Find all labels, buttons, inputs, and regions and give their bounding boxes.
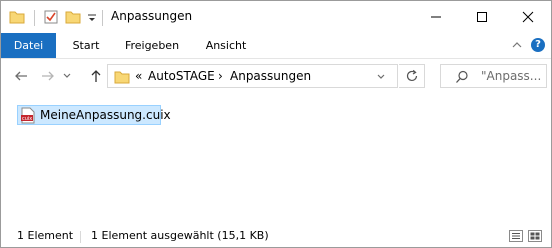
status-separator [80, 231, 81, 243]
search-box[interactable]: "Anpass... [440, 64, 547, 88]
details-view-icon[interactable] [509, 230, 523, 242]
properties-checkmark-icon[interactable] [43, 9, 59, 25]
status-item-count: 1 Element [17, 229, 74, 242]
recent-locations-button[interactable] [60, 65, 74, 87]
customize-dropdown-icon[interactable] [87, 9, 97, 25]
up-arrow-icon [91, 70, 101, 82]
forward-arrow-icon [42, 71, 54, 81]
up-button[interactable] [85, 65, 107, 87]
breadcrumb-separator[interactable]: › [218, 69, 223, 83]
cuix-file-icon: cuix [21, 107, 35, 124]
tab-ansicht[interactable]: Ansicht [197, 33, 255, 58]
forward-button[interactable] [37, 65, 59, 87]
tab-freigeben[interactable]: Freigeben [117, 33, 187, 58]
status-selection: 1 Element ausgewählt (15,1 KB) [91, 229, 269, 242]
tab-start[interactable]: Start [64, 33, 108, 58]
status-bar: 1 Element 1 Element ausgewählt (15,1 KB) [1, 225, 551, 247]
minimize-button[interactable] [413, 1, 459, 33]
tab-datei[interactable]: Datei [1, 33, 56, 58]
large-icons-view-icon[interactable] [528, 230, 542, 242]
ribbon-divider [1, 58, 551, 59]
address-bar[interactable]: « AutoSTAGE › Anpassungen [107, 64, 398, 88]
minimize-icon [431, 16, 441, 18]
chevron-down-icon [63, 73, 71, 78]
window-title: Anpassungen [111, 9, 193, 23]
title-separator [102, 10, 103, 26]
back-arrow-icon [15, 71, 27, 81]
quick-access-separator [34, 10, 35, 26]
title-bar: Anpassungen [1, 1, 551, 33]
file-name: MeineAnpassung.cuix [40, 108, 171, 122]
close-button[interactable] [505, 1, 551, 33]
folder-icon[interactable] [9, 9, 25, 25]
ribbon-tabs: Datei Start Freigeben Ansicht ? [1, 33, 551, 58]
breadcrumb-anpassungen[interactable]: Anpassungen [230, 69, 311, 83]
help-icon[interactable]: ? [531, 38, 545, 52]
address-dropdown-icon[interactable] [376, 72, 386, 82]
ribbon-expand-icon[interactable] [511, 40, 523, 50]
refresh-icon [406, 69, 417, 82]
refresh-button[interactable] [399, 64, 425, 88]
search-icon [456, 70, 468, 83]
folder-icon [114, 71, 130, 84]
back-button[interactable] [10, 65, 32, 87]
breadcrumb-overflow[interactable]: « [135, 69, 142, 83]
new-folder-icon[interactable] [65, 9, 81, 25]
close-icon [522, 11, 534, 23]
maximize-icon [477, 12, 487, 22]
svg-text:cuix: cuix [22, 116, 32, 122]
file-item[interactable]: cuix MeineAnpassung.cuix [17, 105, 171, 125]
maximize-button[interactable] [459, 1, 505, 33]
search-placeholder: "Anpass... [481, 69, 542, 83]
breadcrumb-autostage[interactable]: AutoSTAGE [148, 69, 215, 83]
explorer-window: Anpassungen Datei Start Freigeben Ansich… [0, 0, 552, 248]
